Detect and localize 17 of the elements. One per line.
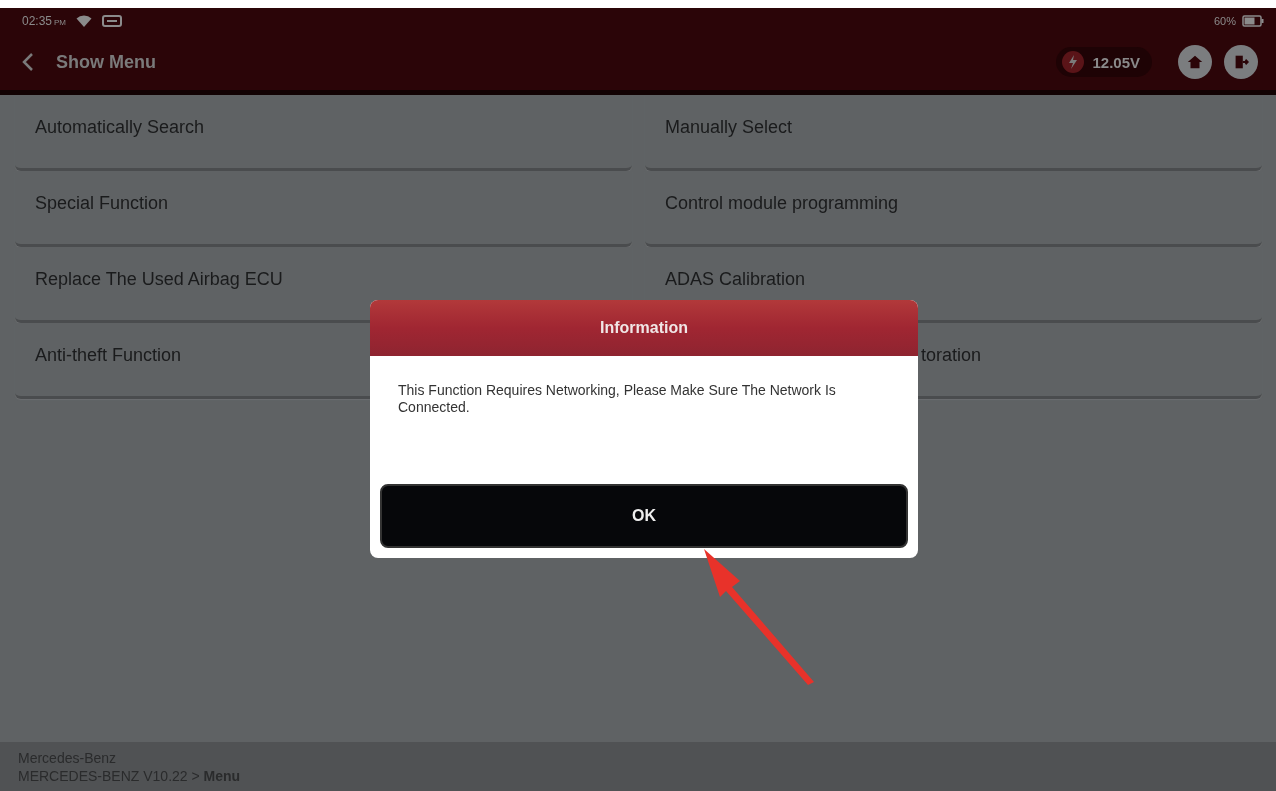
- voltage-reading: 12.05V: [1092, 53, 1140, 71]
- menu-item[interactable]: Control module programming: [645, 171, 1262, 247]
- ok-button[interactable]: OK: [380, 484, 908, 548]
- keyboard-icon: [102, 15, 123, 27]
- status-time: 02:35 PM: [22, 14, 67, 28]
- lightning-icon: [1062, 51, 1085, 73]
- page-title: Show Menu: [56, 51, 156, 73]
- menu-item[interactable]: Automatically Search: [15, 95, 632, 171]
- wifi-icon: [76, 15, 93, 27]
- battery-level: 60%: [1213, 15, 1236, 27]
- menu-item[interactable]: Manually Select: [645, 95, 1262, 171]
- menu-item[interactable]: Special Function: [15, 171, 632, 247]
- chevron-left-icon: [22, 52, 34, 72]
- home-button[interactable]: [1178, 45, 1212, 79]
- battery-icon: [1242, 15, 1264, 27]
- exit-button[interactable]: [1224, 45, 1258, 79]
- home-icon: [1186, 53, 1204, 71]
